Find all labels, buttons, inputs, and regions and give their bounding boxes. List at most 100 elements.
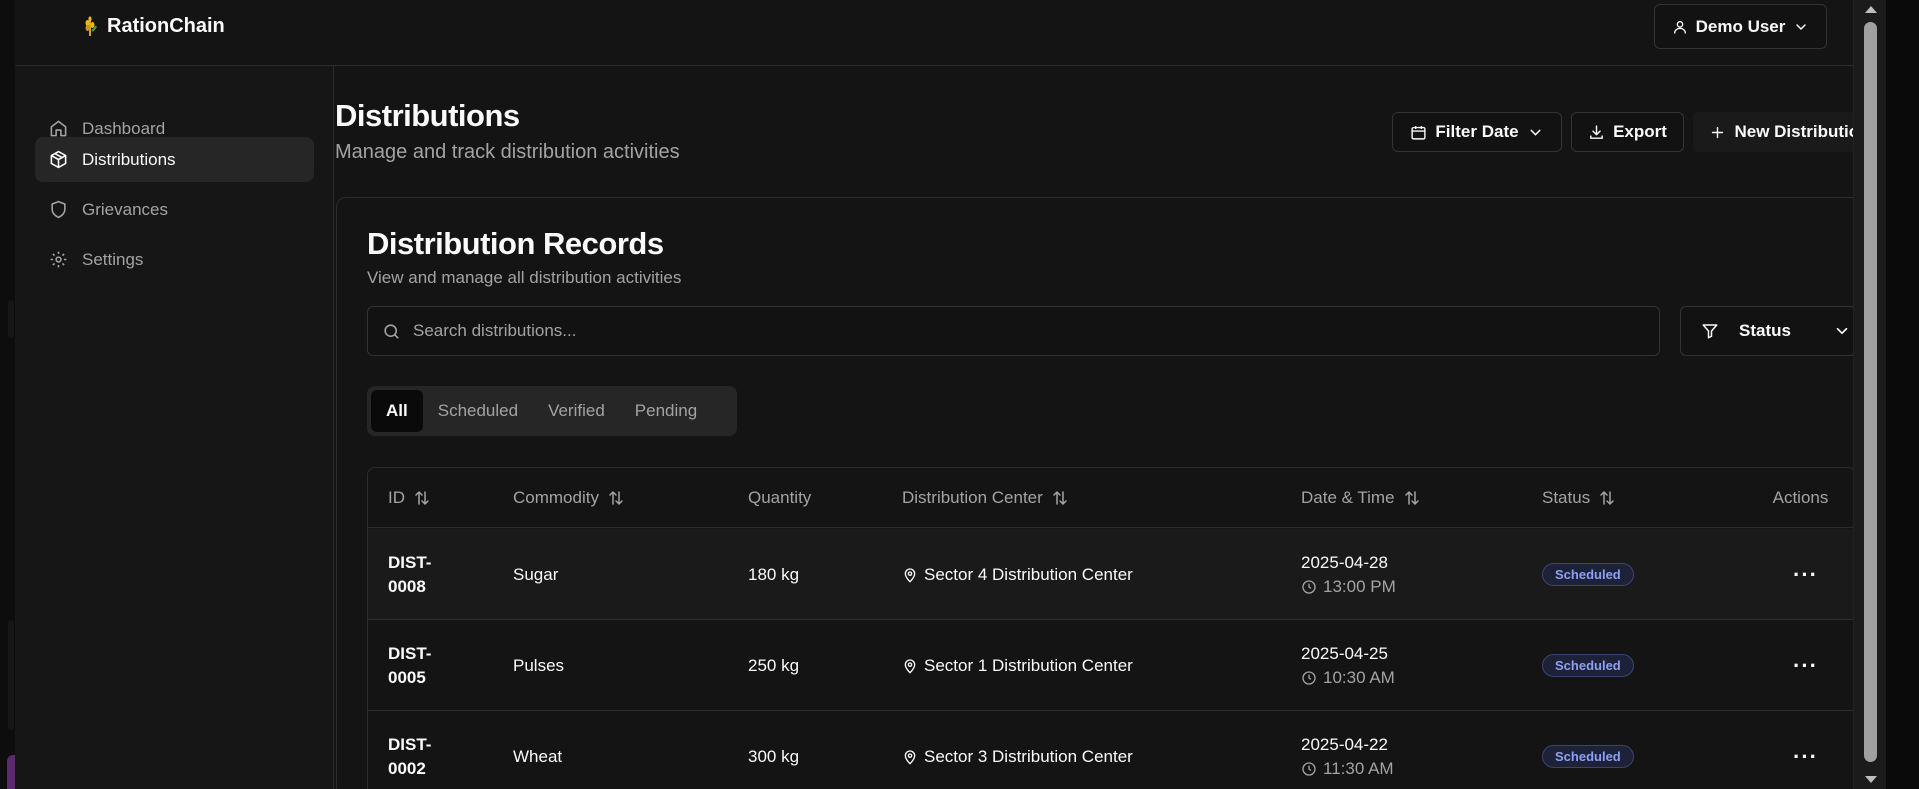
map-pin-icon xyxy=(904,749,916,765)
sidebar-item-distributions[interactable]: Distributions xyxy=(35,137,314,182)
column-label: Date & Time xyxy=(1301,488,1395,507)
user-menu-button[interactable]: Demo User xyxy=(1654,4,1827,49)
cell-date-time: 2025-04-28 13:00 PM xyxy=(1301,529,1396,620)
sidebar: Dashboard Distributions Grievances Setti… xyxy=(15,66,334,789)
sidebar-item-settings[interactable]: Settings xyxy=(35,237,314,282)
package-icon xyxy=(50,150,67,169)
column-header-commodity[interactable]: Commodity xyxy=(513,468,625,528)
row-actions-button[interactable]: ··· xyxy=(1778,711,1833,789)
sort-icon xyxy=(609,490,623,506)
more-horizontal-icon: ··· xyxy=(1793,743,1818,769)
cell-id: DIST- 0005 xyxy=(388,620,431,711)
column-header-date-time[interactable]: Date & Time xyxy=(1301,468,1421,528)
column-label: Actions xyxy=(1772,488,1829,507)
sidebar-item-label: Distributions xyxy=(82,149,176,169)
background-mark xyxy=(8,300,14,338)
filter-date-button[interactable]: Filter Date xyxy=(1392,112,1562,152)
tab-verified[interactable]: Verified xyxy=(533,390,620,432)
cell-distribution-center: Sector 4 Distribution Center xyxy=(902,529,1133,620)
scroll-down-arrow-icon[interactable] xyxy=(1865,776,1877,783)
plus-icon xyxy=(1712,126,1724,138)
id-part: DIST- xyxy=(388,734,432,754)
background-mark xyxy=(8,620,14,730)
sort-icon xyxy=(415,490,429,506)
new-distribution-label: New Distribution xyxy=(1734,122,1870,141)
page-subtitle: Manage and track distribution activities xyxy=(335,141,680,163)
download-icon xyxy=(1590,124,1603,139)
card-subtitle: View and manage all distribution activit… xyxy=(367,268,682,287)
export-button[interactable]: Export xyxy=(1571,112,1684,152)
clock-icon xyxy=(1302,579,1316,594)
column-header-distribution-center[interactable]: Distribution Center xyxy=(902,468,1069,528)
scrollbar-thumb[interactable] xyxy=(1864,22,1877,762)
map-pin-icon xyxy=(904,567,916,583)
id-part: 0008 xyxy=(388,576,426,596)
table-row[interactable]: DIST- 0008 Sugar 180 kg Sector 4 Distrib… xyxy=(368,529,1855,620)
sort-icon xyxy=(1053,490,1067,506)
status-badge: Scheduled xyxy=(1542,563,1634,586)
cell-quantity: 300 kg xyxy=(748,746,800,766)
sidebar-item-label: Dashboard xyxy=(82,118,166,138)
more-horizontal-icon: ··· xyxy=(1793,561,1818,587)
shield-icon xyxy=(51,200,66,219)
table-header: ID Commodity Quantity Distribution Cente… xyxy=(368,468,1855,528)
table-row[interactable]: DIST- 0002 Wheat 300 kg Sector 3 Distrib… xyxy=(368,711,1855,789)
filter-date-label: Filter Date xyxy=(1435,122,1519,141)
cell-quantity: 180 kg xyxy=(748,564,800,584)
cell-commodity: Pulses xyxy=(513,655,565,675)
cell-commodity: Wheat xyxy=(513,746,563,766)
scroll-up-arrow-icon[interactable] xyxy=(1865,6,1877,13)
wheat-logo-icon xyxy=(85,16,97,36)
column-label: Commodity xyxy=(513,488,599,507)
user-menu-label: Demo User xyxy=(1695,16,1786,36)
id-part: 0005 xyxy=(388,667,426,687)
tab-pending[interactable]: Pending xyxy=(620,390,712,432)
center-name: Sector 3 Distribution Center xyxy=(924,746,1133,766)
background-window-strip xyxy=(0,0,17,789)
column-header-actions: Actions xyxy=(1772,468,1829,528)
column-label: Distribution Center xyxy=(902,488,1043,507)
time-text: 10:30 AM xyxy=(1301,666,1395,690)
status-filter-label: Status xyxy=(1739,321,1791,340)
brand[interactable]: RationChain xyxy=(81,12,225,40)
distributions-table: ID Commodity Quantity Distribution Cente… xyxy=(367,467,1856,789)
page-title: Distributions xyxy=(335,98,520,133)
time-value: 11:30 AM xyxy=(1323,758,1394,778)
date-text: 2025-04-25 xyxy=(1301,643,1388,663)
cell-distribution-center: Sector 1 Distribution Center xyxy=(902,620,1133,711)
clock-icon xyxy=(1302,670,1316,685)
map-pin-icon xyxy=(904,658,916,674)
chevron-down-icon xyxy=(1796,23,1807,30)
home-icon xyxy=(50,120,67,137)
search-icon xyxy=(384,323,399,339)
status-badge: Scheduled xyxy=(1542,654,1634,677)
column-header-status[interactable]: Status xyxy=(1542,468,1616,528)
row-actions-button[interactable]: ··· xyxy=(1778,620,1833,711)
sort-icon xyxy=(1404,490,1419,506)
cell-status: Scheduled xyxy=(1542,529,1634,620)
sidebar-item-grievances[interactable]: Grievances xyxy=(35,187,314,232)
table-row[interactable]: DIST- 0005 Pulses 250 kg Sector 1 Distri… xyxy=(368,620,1855,711)
time-text: 11:30 AM xyxy=(1301,757,1394,781)
vertical-scrollbar[interactable] xyxy=(1853,0,1886,789)
tab-all[interactable]: All xyxy=(371,390,423,432)
status-filter-button[interactable]: Status xyxy=(1680,306,1856,356)
cell-date-time: 2025-04-22 11:30 AM xyxy=(1301,711,1394,789)
app-window: RationChain Demo User Dashboard Distribu… xyxy=(15,0,1886,789)
gear-icon xyxy=(50,251,67,268)
search-input[interactable] xyxy=(413,321,1613,341)
app-name: RationChain xyxy=(107,14,225,37)
tab-scheduled[interactable]: Scheduled xyxy=(423,390,533,432)
sidebar-item-label: Grievances xyxy=(82,199,168,219)
chevron-down-icon xyxy=(1836,327,1848,335)
cell-distribution-center: Sector 3 Distribution Center xyxy=(902,711,1133,789)
chevron-down-icon xyxy=(1530,129,1541,136)
column-label: Quantity xyxy=(748,488,812,507)
search-field[interactable] xyxy=(367,306,1660,356)
cell-id: DIST- 0002 xyxy=(388,711,431,789)
column-header-id[interactable]: ID xyxy=(388,468,431,528)
column-header-quantity: Quantity xyxy=(748,468,811,528)
time-text: 13:00 PM xyxy=(1301,575,1396,599)
row-actions-button[interactable]: ··· xyxy=(1778,529,1833,620)
id-part: DIST- xyxy=(388,552,432,572)
